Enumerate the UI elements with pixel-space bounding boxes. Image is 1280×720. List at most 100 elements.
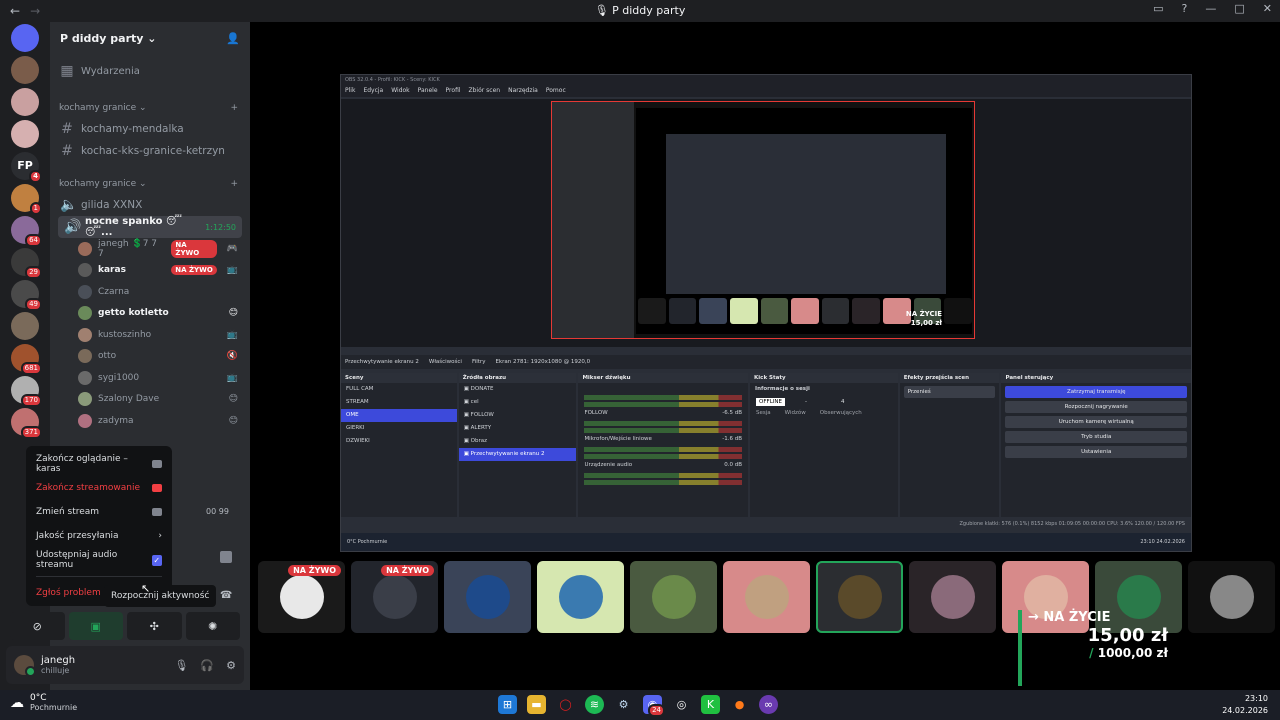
server-icon[interactable]: 1 [11,184,42,215]
voice-user[interactable]: janegh 💲7 7 7 NA ŻYWO 🎮 [50,238,250,260]
source-item[interactable]: ▣ Obraz [459,435,577,448]
screen-share-button[interactable]: ▣ [68,612,123,640]
participant-tile[interactable] [909,561,996,633]
scene-item[interactable]: FULL CAM [341,383,457,396]
obs-control-button[interactable]: Zatrzymaj transmisję [1005,386,1187,398]
voice-user[interactable]: otto 🔇 [50,346,250,368]
discord-home-icon[interactable] [11,24,39,52]
obs-icon[interactable]: ◎ [672,695,691,714]
close-icon[interactable]: ✕ [1263,2,1272,15]
close-stream-icon[interactable] [220,551,232,563]
source-item[interactable]: ▣ cel [459,396,577,409]
user-info[interactable]: janegh chilluje [41,655,75,675]
voice-channel[interactable]: 🔈 gilida XXNX [50,194,250,216]
obs-menu-item[interactable]: Edycja [363,87,383,95]
scene-item[interactable]: OME [341,409,457,422]
events-link[interactable]: ▦ Wydarzenia [50,60,250,82]
camera-off-button[interactable]: ⊘ [10,612,65,640]
voice-user[interactable]: karas NA ŻYWO 📺 [50,260,250,282]
participant-tile[interactable] [444,561,531,633]
server-icon[interactable]: FP 4 [11,152,42,183]
file-explorer-icon[interactable]: ▬ [527,695,546,714]
obs-control-button[interactable]: Rozpocznij nagrywanie [1005,401,1187,413]
disconnect-icon[interactable]: ☎ [220,590,232,601]
gear-icon[interactable]: ⚙ [226,659,236,672]
start-icon[interactable]: ⊞ [498,695,517,714]
category-header[interactable]: kochamy granice ⌄ + [50,174,250,194]
voice-user[interactable]: kustoszinho 📺 [50,324,250,346]
obs-menu-item[interactable]: Profil [446,87,461,95]
activity-button[interactable]: ✣ [127,612,182,640]
stop-watching-item[interactable]: Zakończ oglądanie – karas [30,452,168,476]
obs-menu-item[interactable]: Widok [391,87,409,95]
server-icon[interactable]: 170 [11,376,42,407]
kick-icon[interactable]: K [701,695,720,714]
share-audio-item[interactable]: Udostępniaj audio streamu ✓ [30,548,168,572]
source-item[interactable]: ▣ FOLLOW [459,409,577,422]
obs-source-toolbar-item[interactable]: Przechwytywanie ekranu 2 [345,359,419,365]
server-icon[interactable] [11,120,39,148]
source-item[interactable]: ▣ ALERTY [459,422,577,435]
participant-tile[interactable] [1188,561,1275,633]
active-voice-channel[interactable]: 🔊 nocne spanko 😴😴... 1:12:50 [58,216,242,238]
stop-streaming-item[interactable]: Zakończ streamowanie [30,476,168,500]
microphone-icon[interactable]: 🎙 [174,659,188,672]
obs-source-toolbar-item[interactable]: Właściwości [429,359,462,365]
add-channel-icon[interactable]: + [230,103,238,113]
participant-tile[interactable] [816,561,903,633]
transition-select[interactable]: Przenieś [903,386,996,398]
weather-widget[interactable]: ☁ 0°C Pochmurnie [10,693,77,712]
participant-tile[interactable] [537,561,624,633]
obs-menu-item[interactable]: Zbiór scen [469,87,501,95]
server-header[interactable]: P diddy party ⌄ 👤 [50,22,250,54]
participant-tile[interactable] [723,561,810,633]
steam-icon[interactable]: ⚙ [614,695,633,714]
app-icon[interactable]: ∞ [759,695,778,714]
text-channel[interactable]: # kochac-kks-granice-ketrzyn [50,140,250,162]
spotify-icon[interactable]: ≋ [585,695,604,714]
add-channel-icon[interactable]: + [230,179,238,189]
server-icon[interactable]: 681 [11,344,42,375]
change-stream-item[interactable]: Zmień stream [30,500,168,524]
server-icon[interactable]: 371 [11,408,42,439]
voice-user[interactable]: sygi1000 📺 [50,367,250,389]
clock[interactable]: 23:10 24.02.2026 [1222,693,1268,717]
scene-item[interactable]: DZWIEKI [341,435,457,448]
server-icon[interactable]: 49 [11,280,42,311]
help-icon[interactable]: ? [1182,2,1188,15]
voice-user[interactable]: zadyma 😊 [50,410,250,432]
category-header[interactable]: kochamy granice ⌄ + [50,98,250,118]
avatar[interactable] [14,655,36,677]
obs-menu-item[interactable]: Plik [345,87,355,95]
source-item[interactable]: ▣ DONATE [459,383,577,396]
participant-tile[interactable]: NA ŻYWO [351,561,438,633]
scene-item[interactable]: GIERKI [341,422,457,435]
headphones-icon[interactable]: 🎧 [200,659,214,672]
server-icon[interactable] [11,56,39,84]
firefox-icon[interactable]: ● [730,695,749,714]
participant-tile[interactable] [630,561,717,633]
add-member-icon[interactable]: 👤 [226,32,240,45]
inbox-icon[interactable]: ▭ [1153,2,1163,15]
voice-user[interactable]: Czarna [50,281,250,303]
obs-control-button[interactable]: Uruchom kamerę wirtualną [1005,416,1187,428]
source-item[interactable]: ▣ Przechwytywanie ekranu 2 [458,448,577,461]
voice-user[interactable]: Szalony Dave 😊 [50,389,250,411]
soundboard-button[interactable]: ✺ [185,612,240,640]
obs-control-button[interactable]: Tryb studia [1005,431,1187,443]
obs-source-toolbar-item[interactable]: Filtry [472,359,486,365]
participant-tile[interactable]: NA ŻYWO [258,561,345,633]
server-icon[interactable] [11,312,39,340]
text-channel[interactable]: # kochamy-mendalka [50,118,250,140]
obs-window[interactable]: OBS 32.0.4 - Profil: KICK - Sceny: KICK … [340,74,1192,552]
voice-user[interactable]: getto kotletto 😊 [50,303,250,325]
obs-menu-item[interactable]: Narzędzia [508,87,538,95]
maximize-icon[interactable]: □ [1234,2,1244,15]
minimize-icon[interactable]: — [1205,2,1216,15]
obs-control-button[interactable]: Ustawienia [1005,446,1187,458]
stream-quality-item[interactable]: Jakość przesyłania › [30,524,168,548]
server-icon[interactable] [11,88,39,116]
scene-item[interactable]: STREAM [341,396,457,409]
server-icon[interactable]: 64 [11,216,42,247]
opera-icon[interactable]: ◯ [556,695,575,714]
